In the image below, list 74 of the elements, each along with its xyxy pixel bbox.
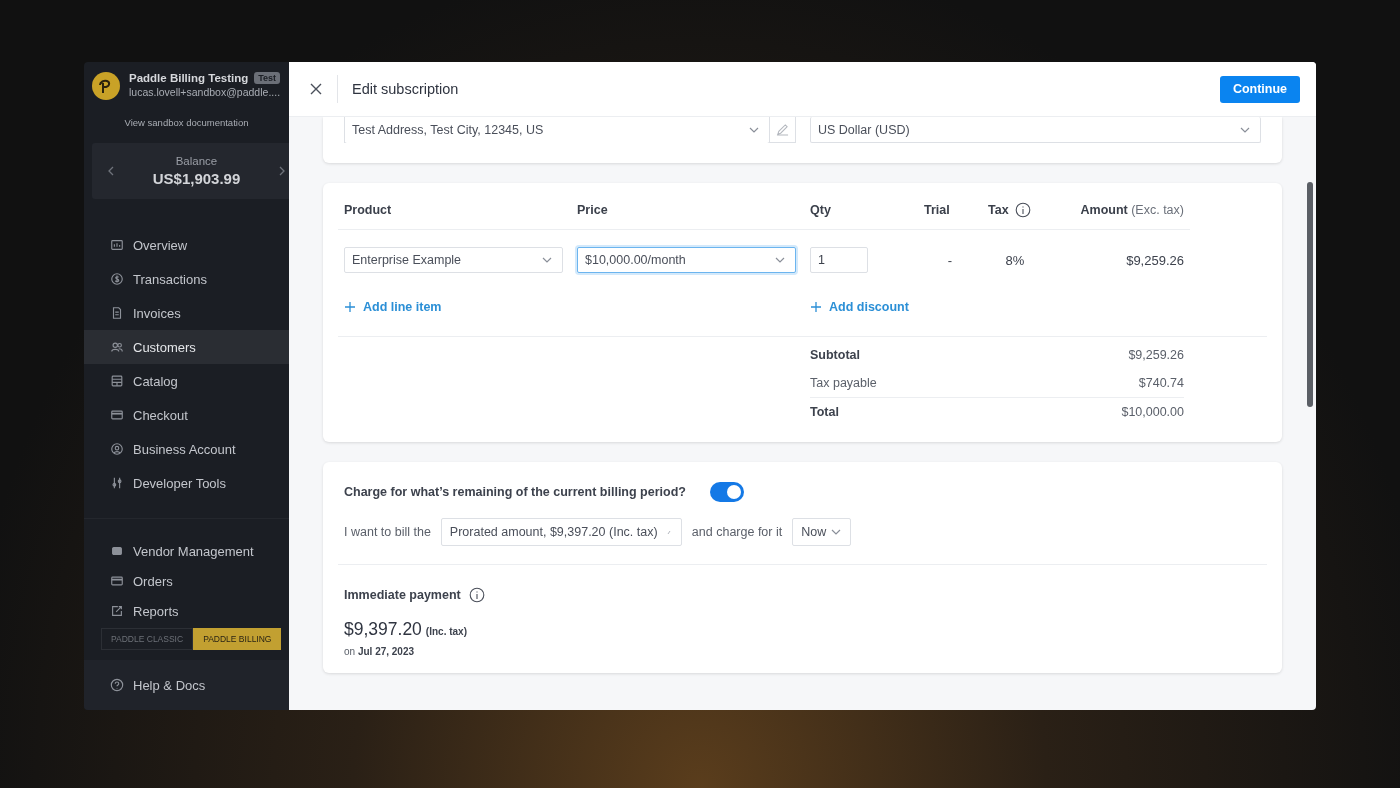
- question-circle-icon: [110, 678, 124, 692]
- grid-icon: [110, 374, 124, 388]
- currency-select[interactable]: US Dollar (USD): [810, 117, 1261, 143]
- user-circle-icon: [110, 442, 124, 456]
- environment-badge: Test: [254, 72, 281, 84]
- dollar-circle-icon: [110, 272, 124, 286]
- summary-value: $10,000.00: [1121, 405, 1184, 419]
- nav-item[interactable]: Customers: [84, 330, 289, 364]
- sliders-icon: [110, 476, 124, 490]
- nav-item[interactable]: Transactions: [84, 262, 289, 296]
- column-header-text: Qty: [810, 203, 831, 217]
- tax-note: (Inc. tax): [425, 626, 467, 637]
- nav-item[interactable]: Checkout: [84, 398, 289, 432]
- payment-date: on Jul 27, 2023: [344, 646, 415, 657]
- document-icon: [110, 306, 124, 320]
- close-icon[interactable]: [309, 82, 323, 96]
- card-icon: [110, 408, 124, 422]
- plus-icon: [344, 301, 356, 313]
- charge-label: and charge for it: [691, 525, 783, 539]
- add-discount-link[interactable]: Add discount: [810, 300, 909, 314]
- info-icon: [468, 587, 485, 603]
- summary-label: Subtotal: [810, 348, 860, 362]
- summary-value: $740.74: [1138, 376, 1184, 390]
- nav-item[interactable]: Orders: [84, 566, 289, 596]
- quantity-field[interactable]: 1: [810, 247, 868, 273]
- column-header-text: Tax: [988, 203, 1009, 217]
- chevron-left-icon[interactable]: [108, 166, 114, 176]
- column-header-text: Product: [344, 203, 392, 217]
- summary-value: $9,259.26: [1128, 348, 1184, 362]
- amount-cell: $9,259.26: [1126, 252, 1184, 268]
- nav-item[interactable]: Reports: [84, 596, 289, 626]
- price-select[interactable]: $10,000.00/month: [577, 247, 796, 273]
- add-line-item-link[interactable]: Add line item: [344, 300, 810, 314]
- info-icon: [1014, 202, 1031, 218]
- box-icon: [110, 544, 124, 558]
- tax-cell: 8%: [1005, 252, 1025, 268]
- balance-label: Balance: [174, 155, 219, 167]
- column-header-text: Price: [577, 203, 608, 217]
- nav-item[interactable]: Business Account: [84, 432, 289, 466]
- documentation-link[interactable]: View sandbox documentation: [124, 116, 249, 128]
- summary-label: Total: [810, 405, 839, 419]
- nav-item[interactable]: Developer Tools: [84, 466, 289, 500]
- summary-label: Tax payable: [810, 376, 877, 390]
- dialog-title: Edit subscription: [352, 81, 460, 97]
- account-email: lucas.lovell+sandbox@paddle....: [129, 86, 281, 98]
- account-name: Paddle Billing Testing: [129, 72, 249, 84]
- mode-toggle[interactable]: PADDLE BILLING: [193, 628, 282, 650]
- continue-button[interactable]: Continue: [1220, 75, 1300, 103]
- plus-icon: [810, 301, 822, 313]
- immediate-payment-title: Immediate payment: [344, 588, 461, 602]
- balance-value: US$1,903.99: [152, 170, 241, 187]
- column-header-text: Amount (Exc. tax): [1080, 203, 1184, 217]
- nav-item[interactable]: Overview: [84, 228, 289, 262]
- export-icon: [110, 604, 124, 618]
- scrollbar[interactable]: [1307, 182, 1313, 407]
- trial-cell: -: [947, 252, 953, 268]
- nav-item[interactable]: Invoices: [84, 296, 289, 330]
- toggle-switch[interactable]: [709, 482, 744, 502]
- proration-question: Charge for what’s remaining of the current billing period?: [344, 485, 686, 499]
- help-link[interactable]: Help & Docs: [84, 660, 289, 710]
- nav-item[interactable]: Vendor Management: [84, 536, 289, 566]
- column-header-text: Trial: [924, 203, 950, 217]
- chevron-right-icon[interactable]: [279, 166, 285, 176]
- bill-amount-select[interactable]: Prorated amount, $9,397.20 (Inc. tax): [440, 518, 682, 546]
- nav-item[interactable]: Catalog: [84, 364, 289, 398]
- charge-timing-select[interactable]: Now: [792, 518, 852, 546]
- bill-label: I want to bill the: [344, 525, 431, 539]
- product-select[interactable]: Enterprise Example: [344, 247, 563, 273]
- chart-icon: [110, 238, 124, 252]
- logo-icon: [92, 72, 120, 100]
- card-icon: [110, 574, 124, 588]
- payment-amount: $9,397.20: [344, 619, 422, 640]
- mode-toggle[interactable]: PADDLE CLASSIC: [101, 628, 194, 650]
- people-icon: [110, 340, 124, 354]
